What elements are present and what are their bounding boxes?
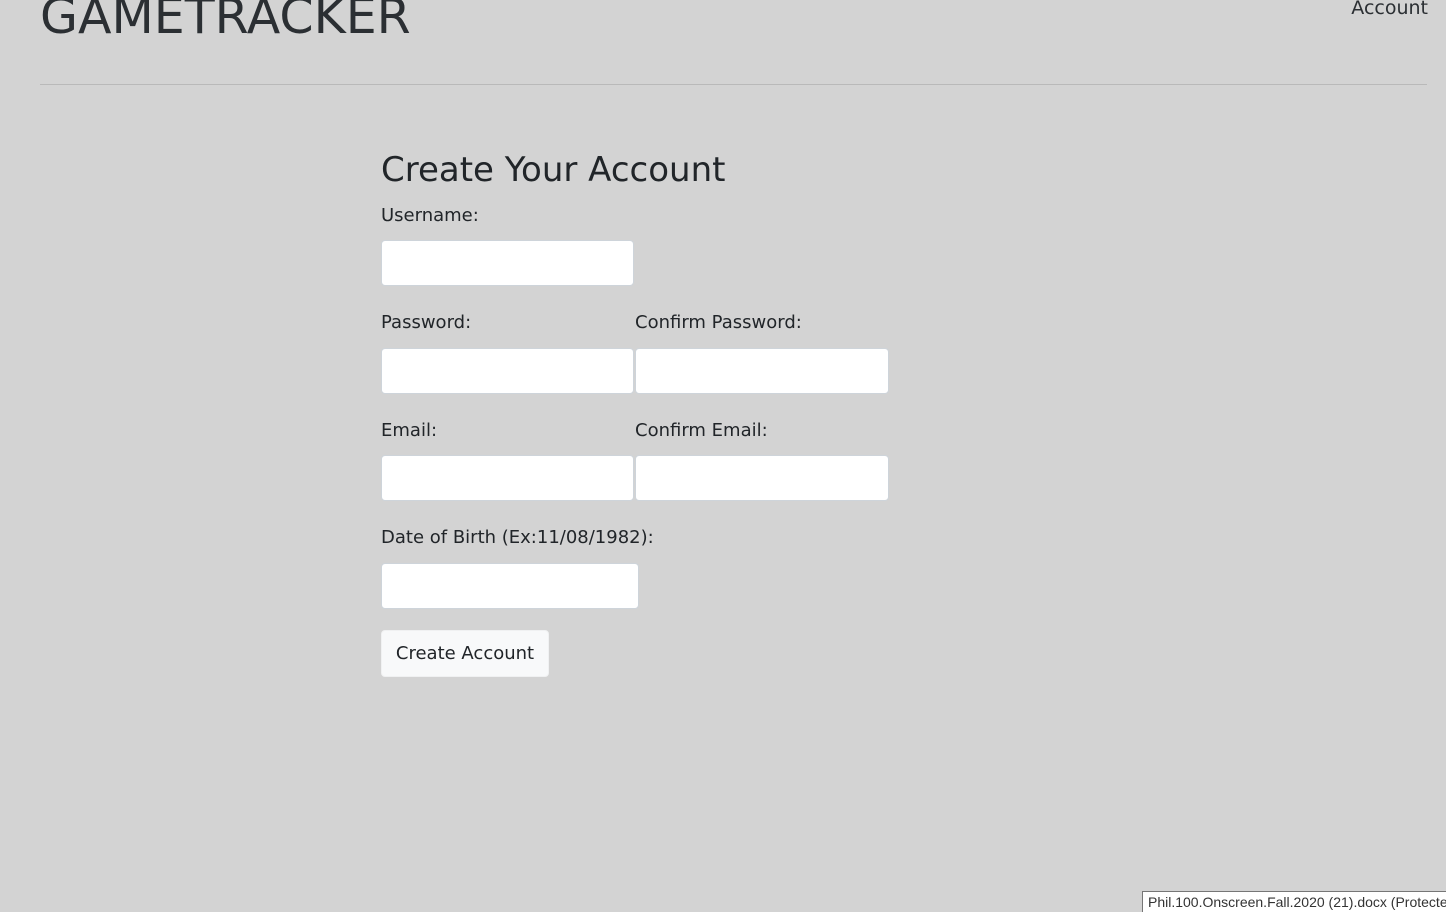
confirm-email-input[interactable] (635, 455, 889, 501)
password-input[interactable] (381, 348, 634, 394)
confirm-password-label: Confirm Password: (635, 312, 802, 333)
dob-label: Date of Birth (Ex:11/08/1982): (381, 527, 654, 548)
dob-input[interactable] (381, 563, 639, 609)
confirm-password-input[interactable] (635, 348, 889, 394)
email-input[interactable] (381, 455, 634, 501)
email-label: Email: (381, 420, 438, 441)
status-bar-tooltip: Phil.100.Onscreen.Fall.2020 (21).docx (P… (1142, 891, 1446, 912)
password-label: Password: (381, 312, 472, 333)
page: GAMETRACKER Account Create Your Account … (0, 0, 1446, 912)
header-divider (40, 84, 1427, 85)
username-input[interactable] (381, 240, 634, 286)
confirm-email-label: Confirm Email: (635, 420, 768, 441)
username-label: Username: (381, 205, 479, 226)
create-account-button[interactable]: Create Account (381, 630, 549, 677)
account-link[interactable]: Account (1351, 0, 1428, 20)
form-title: Create Your Account (381, 150, 726, 190)
brand-logo-text[interactable]: GAMETRACKER (40, 0, 411, 47)
